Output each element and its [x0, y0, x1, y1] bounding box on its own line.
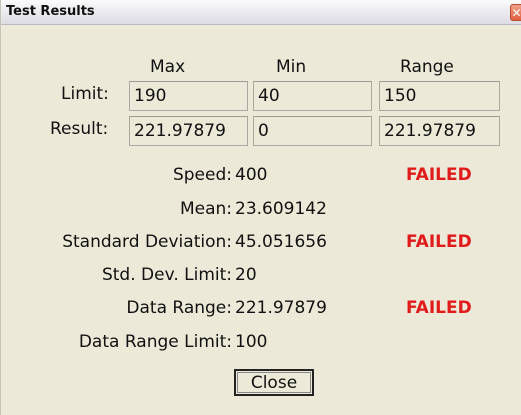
result-row-label: Result: — [50, 119, 109, 139]
close-button[interactable]: Close — [234, 369, 314, 396]
std-dev-status: FAILED — [406, 232, 472, 252]
limit-row-label: Limit: — [61, 84, 109, 104]
limit-min-field[interactable]: 40 — [253, 81, 372, 111]
result-min-field[interactable]: 0 — [253, 116, 372, 146]
title-bar[interactable]: Test Results ✕ — [1, 0, 521, 25]
data-range-limit-value: 100 — [235, 332, 268, 352]
column-header-min: Min — [276, 57, 307, 77]
data-range-value: 221.97879 — [235, 298, 327, 318]
close-icon[interactable]: ✕ — [510, 4, 521, 21]
column-header-range: Range — [400, 57, 454, 77]
mean-label: Mean: — [179, 199, 232, 219]
mean-value: 23.609142 — [235, 199, 327, 219]
limit-max-field[interactable]: 190 — [129, 81, 248, 111]
result-range-field[interactable]: 221.97879 — [379, 116, 500, 146]
data-range-status: FAILED — [406, 298, 472, 318]
data-range-label: Data Range: — [126, 298, 232, 318]
window-title: Test Results — [6, 4, 95, 19]
std-dev-limit-value: 20 — [235, 265, 257, 285]
std-dev-limit-label: Std. Dev. Limit: — [101, 265, 232, 285]
speed-status: FAILED — [406, 165, 472, 185]
std-dev-value: 45.051656 — [235, 232, 327, 252]
speed-value: 400 — [235, 165, 268, 185]
std-dev-label: Standard Deviation: — [62, 232, 232, 252]
result-max-field[interactable]: 221.97879 — [129, 116, 248, 146]
limit-range-field[interactable]: 150 — [379, 81, 500, 111]
speed-label: Speed: — [172, 165, 232, 185]
data-range-limit-label: Data Range Limit: — [78, 332, 232, 352]
column-header-max: Max — [150, 57, 186, 77]
test-results-window: Test Results ✕ Max Min Range Limit: 190 … — [0, 0, 521, 415]
